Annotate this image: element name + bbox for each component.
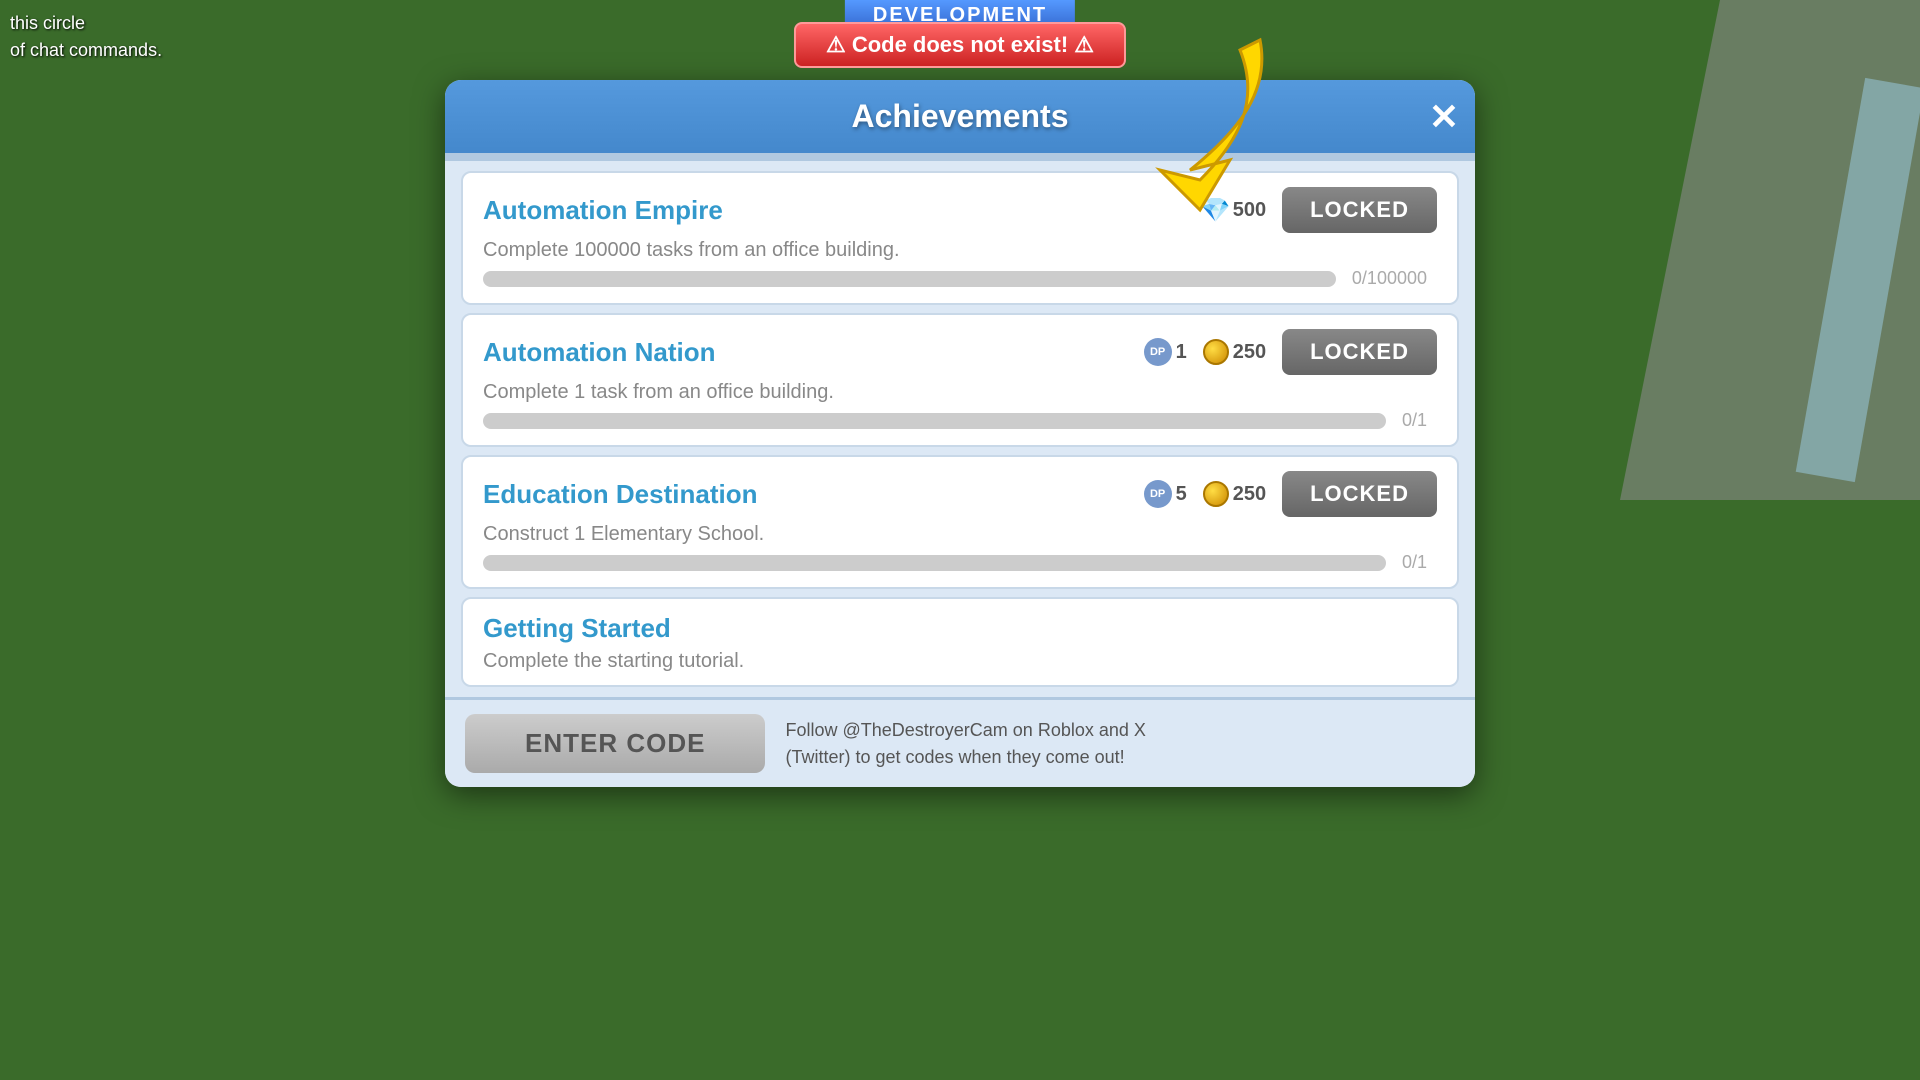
achievement-rewards-row: DP 5 250 LOCKED [1144,471,1437,517]
dp-value: 5 [1176,483,1187,506]
coin-value: 250 [1233,341,1266,364]
follow-text: Follow @TheDestroyerCam on Roblox and X(… [785,717,1145,771]
locked-button[interactable]: LOCKED [1282,187,1437,233]
achievement-description: Complete 100000 tasks from an office bui… [483,239,1437,262]
achievement-description: Complete 1 task from an office building. [483,381,1437,404]
modal-separator [445,153,1475,161]
progress-row: 0/1 [483,552,1437,573]
dp-reward: DP 5 [1144,480,1187,508]
progress-count: 0/100000 [1352,268,1427,289]
coin-reward: 250 [1203,481,1266,507]
achievement-card: Automation Empire 💎 500 LOCKED Complete … [461,171,1459,305]
achievement-top-row: Education Destination DP 5 250 LOCKED [483,471,1437,517]
progress-bar-container [483,271,1336,287]
dp-reward: DP 1 [1144,338,1187,366]
achievement-rewards-row: DP 1 250 LOCKED [1144,329,1437,375]
achievement-name: Automation Empire [483,195,723,226]
achievement-card: Getting Started Complete the starting tu… [461,597,1459,687]
diamond-icon: 💎 [1201,196,1229,224]
modal-title: Achievements [852,98,1069,135]
dp-value: 1 [1176,341,1187,364]
achievement-top-row: Getting Started [483,613,1437,644]
achievements-list: Automation Empire 💎 500 LOCKED Complete … [445,161,1475,697]
locked-button[interactable]: LOCKED [1282,471,1437,517]
achievement-description: Complete the starting tutorial. [483,650,1437,673]
diamond-value: 500 [1233,199,1266,222]
progress-row: 0/1 [483,410,1437,431]
error-banner: ⚠ Code does not exist! ⚠ [794,22,1126,68]
achievement-description: Construct 1 Elementary School. [483,523,1437,546]
diamond-reward: 💎 500 [1201,196,1266,224]
dp-icon: DP [1144,338,1172,366]
dp-icon: DP [1144,480,1172,508]
progress-bar-container [483,555,1386,571]
progress-row: 0/100000 [483,268,1437,289]
achievement-card: Education Destination DP 5 250 LOCKED Co… [461,455,1459,589]
achievement-top-row: Automation Nation DP 1 250 LOCKED [483,329,1437,375]
achievement-rewards-row: 💎 500 LOCKED [1201,187,1437,233]
achievement-name: Getting Started [483,613,671,644]
locked-button[interactable]: LOCKED [1282,329,1437,375]
achievement-name: Automation Nation [483,337,716,368]
achievement-name: Education Destination [483,479,757,510]
progress-count: 0/1 [1402,410,1427,431]
enter-code-button[interactable]: ENTER CODE [465,714,765,773]
modal-footer: ENTER CODE Follow @TheDestroyerCam on Ro… [445,697,1475,787]
progress-count: 0/1 [1402,552,1427,573]
achievements-modal: Achievements ✕ Automation Empire 💎 500 L… [445,80,1475,787]
close-button[interactable]: ✕ [1429,99,1459,135]
coin-icon [1203,481,1229,507]
progress-bar-container [483,413,1386,429]
coin-value: 250 [1233,483,1266,506]
modal-header: Achievements ✕ [445,80,1475,153]
achievement-top-row: Automation Empire 💎 500 LOCKED [483,187,1437,233]
achievement-card: Automation Nation DP 1 250 LOCKED Comple… [461,313,1459,447]
coin-reward: 250 [1203,339,1266,365]
topleft-hint: this circle of chat commands. [10,10,162,64]
coin-icon [1203,339,1229,365]
